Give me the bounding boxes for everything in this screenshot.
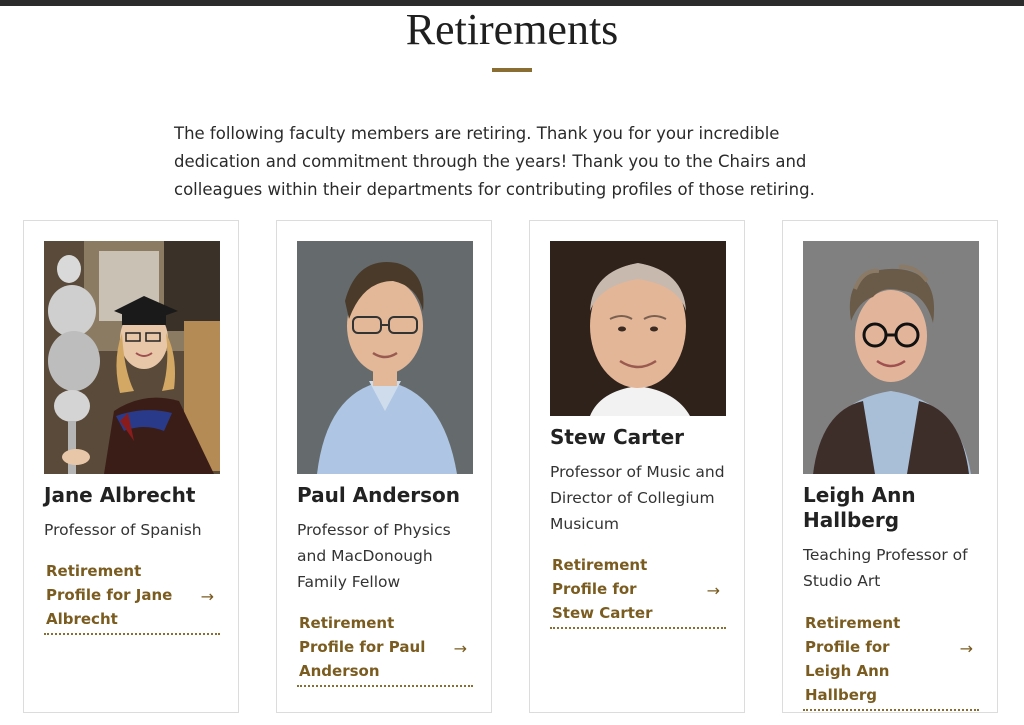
faculty-photo-paul-anderson	[297, 241, 473, 474]
faculty-name: Stew Carter	[550, 425, 684, 449]
right-arrow-icon: →	[959, 639, 973, 658]
retirement-profile-link[interactable]: Retirement Profile for Jane Albrecht →	[44, 559, 220, 635]
right-arrow-icon: →	[706, 581, 720, 600]
faculty-card-stew-carter: Stew Carter Professor of Music and Direc…	[529, 220, 745, 713]
title-underline	[492, 68, 532, 72]
faculty-role: Professor of Spanish	[44, 521, 202, 539]
link-label: Retirement Profile for Stew Carter	[552, 556, 653, 622]
faculty-card-jane-albrecht: Jane Albrecht Professor of Spanish Retir…	[23, 220, 239, 713]
faculty-card-leigh-ann-hallberg: Leigh Ann Hallberg Teaching Professor of…	[782, 220, 998, 713]
faculty-name: Leigh Ann Hallberg	[803, 483, 916, 532]
retirement-profile-link[interactable]: Retirement Profile for Paul Anderson →	[297, 611, 473, 687]
faculty-photo-jane-albrecht	[44, 241, 220, 474]
link-label: Retirement Profile for Jane Albrecht	[46, 562, 173, 628]
right-arrow-icon: →	[453, 639, 467, 658]
link-label: Retirement Profile for Paul Anderson	[299, 614, 426, 680]
retirement-profile-link[interactable]: Retirement Profile for Stew Carter →	[550, 553, 726, 629]
faculty-name: Paul Anderson	[297, 483, 461, 507]
faculty-photo-stew-carter	[550, 241, 726, 416]
intro-paragraph: The following faculty members are retiri…	[174, 124, 815, 199]
page-title: Retirements	[405, 5, 619, 54]
faculty-role: Professor of Physics and MacDonough Fami…	[297, 521, 451, 591]
faculty-name: Jane Albrecht	[44, 483, 196, 507]
faculty-card-paul-anderson: Paul Anderson Professor of Physics and M…	[276, 220, 492, 713]
faculty-role: Teaching Professor of Studio Art	[803, 546, 968, 590]
faculty-role: Professor of Music and Director of Colle…	[550, 463, 725, 533]
retirement-profile-link[interactable]: Retirement Profile for Leigh Ann Hallber…	[803, 611, 979, 711]
link-label: Retirement Profile for Leigh Ann Hallber…	[805, 614, 901, 704]
intro-text: The following faculty members are retiri…	[174, 120, 834, 204]
right-arrow-icon: →	[200, 587, 214, 606]
faculty-photo-leigh-ann-hallberg	[803, 241, 979, 474]
